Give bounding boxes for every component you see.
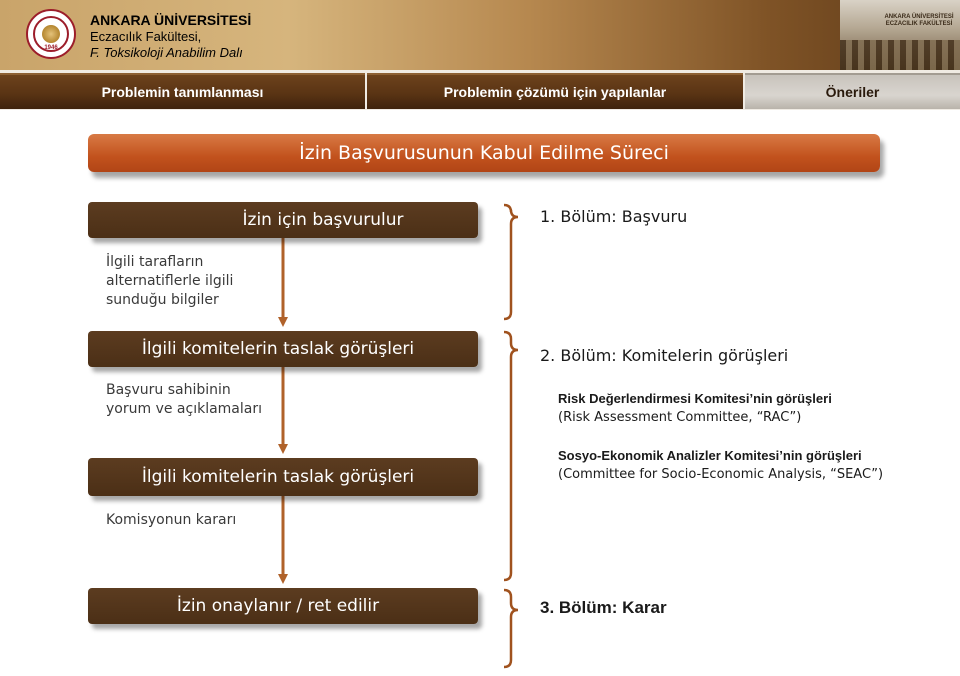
section-2-label: 2. Bölüm: Komitelerin görüşleri: [540, 346, 789, 365]
step-draft-opinions-label-2: İlgili komitelerin taslak görüşleri: [141, 467, 415, 487]
step-draft-opinions-box: İlgili komitelerin taslak görüşleri: [88, 331, 478, 367]
step-apply-label: İzin için başvurulur: [242, 210, 404, 230]
bracket-section-1: [503, 203, 519, 321]
seac-opinions-title: Sosyo-Ekonomik Analizler Komitesi’nin gö…: [558, 448, 862, 463]
section-3-label: 3. Bölüm: Karar: [540, 598, 667, 617]
note-applicant-comments: Başvuru sahibinin yorum ve açıklamaları: [106, 382, 262, 417]
step-draft-opinions-box-2: İlgili komitelerin taslak görüşleri: [88, 458, 478, 496]
note-commission-decision: Komisyonun kararı: [106, 512, 237, 528]
step-decision-box: İzin onaylanır / ret edilir: [88, 588, 478, 624]
step-decision-label: İzin onaylanır / ret edilir: [176, 596, 380, 616]
step-draft-opinions-label: İlgili komitelerin taslak görüşleri: [141, 339, 415, 359]
bracket-section-3: [503, 588, 519, 669]
rac-opinions-title: Risk Değerlendirmesi Komitesi’nin görüşl…: [558, 391, 832, 406]
section-1-label: 1. Bölüm: Başvuru: [540, 207, 688, 226]
bracket-section-2: [503, 330, 519, 582]
step-apply-box: İzin için başvurulur: [88, 202, 478, 238]
note-alternatives: İlgili tarafların alternatiflerle ilgili…: [106, 254, 234, 308]
seac-full-name: (Committee for Socio-Economic Analysis, …: [558, 467, 884, 482]
rac-full-name: (Risk Assessment Committee, “RAC”): [558, 410, 802, 425]
section-brackets: [503, 203, 519, 669]
